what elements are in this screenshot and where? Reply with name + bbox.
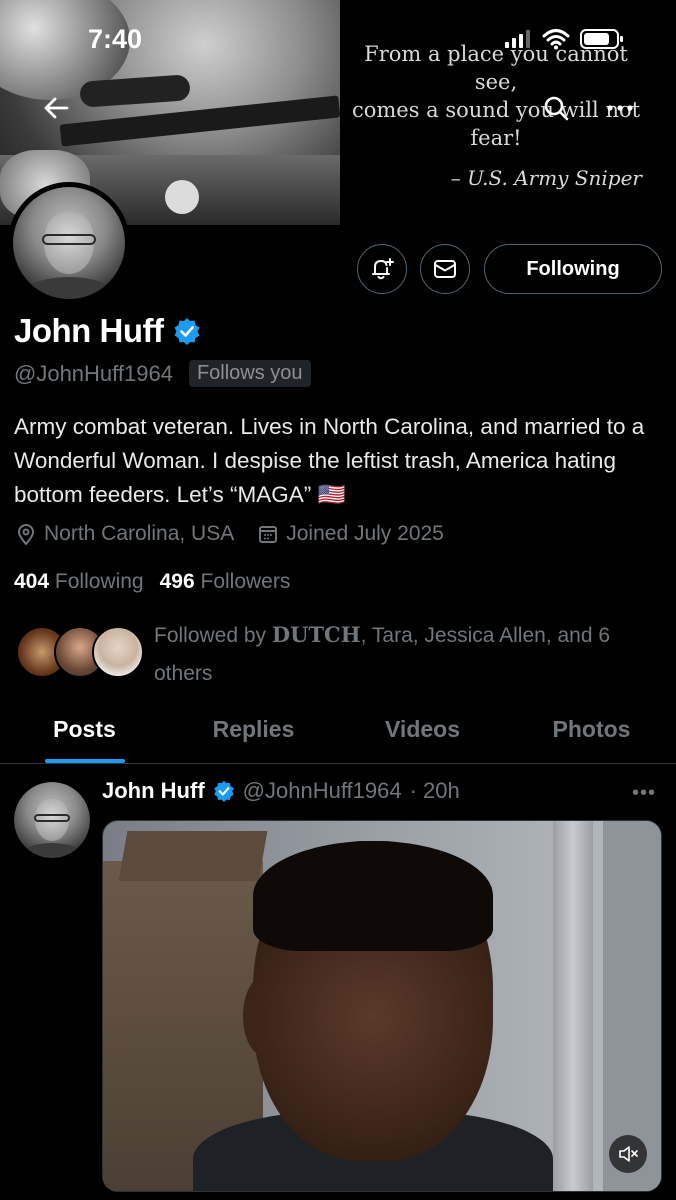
mute-button[interactable]	[609, 1135, 647, 1173]
back-arrow-icon	[44, 97, 69, 119]
profile-meta: North Carolina, USA Joined July 2025	[16, 522, 444, 546]
followers-count-link[interactable]: 496 Followers	[160, 570, 291, 594]
quote-attribution: – U.S. Army Sniper	[450, 166, 642, 190]
joined-item: Joined July 2025	[258, 522, 444, 546]
followers-count: 496	[159, 570, 195, 593]
tab-posts[interactable]: Posts	[0, 700, 169, 763]
location-text: North Carolina, USA	[44, 522, 235, 545]
handle-row: @JohnHuff1964 Follows you	[14, 360, 311, 387]
location-item: North Carolina, USA	[16, 522, 234, 546]
followed-by-text: Followed by DUTCH, Tara, Jessica Allen, …	[144, 616, 664, 693]
joined-text: Joined July 2025	[286, 522, 444, 545]
tab-photos[interactable]: Photos	[507, 700, 676, 763]
search-icon	[544, 96, 569, 121]
verified-badge-icon	[213, 780, 234, 802]
wifi-icon	[542, 29, 570, 50]
following-count-label: Following	[54, 570, 144, 593]
bell-plus-icon	[372, 258, 394, 280]
location-pin-icon	[17, 524, 35, 545]
followed-by[interactable]: Followed by DUTCH, Tara, Jessica Allen, …	[14, 616, 664, 693]
verified-badge-icon[interactable]	[173, 317, 201, 345]
post-author-avatar[interactable]	[14, 782, 90, 858]
profile-avatar[interactable]	[8, 182, 130, 304]
followed-by-first: DUTCH	[271, 622, 361, 647]
battery-icon	[580, 29, 623, 49]
followed-by-prefix: Followed by	[154, 624, 272, 647]
post-author-name[interactable]: John Huff	[102, 778, 205, 804]
profile-handle: @JohnHuff1964	[14, 360, 173, 386]
speaker-muted-icon	[619, 1146, 638, 1162]
following-button[interactable]: Following	[484, 244, 662, 294]
status-time: 7:40	[88, 24, 143, 54]
post-author-handle: @JohnHuff1964	[242, 778, 402, 803]
following-count: 404	[14, 570, 50, 593]
profile-bio: Army combat veteran. Lives in North Caro…	[14, 414, 645, 507]
post-media-video[interactable]	[102, 820, 662, 1192]
post-time: · 20h	[409, 778, 460, 803]
status-icons	[504, 28, 624, 50]
search-button[interactable]	[534, 86, 578, 130]
avatar	[92, 626, 144, 678]
profile-display-name: John Huff	[14, 312, 201, 350]
followed-by-avatars	[14, 616, 144, 682]
envelope-icon	[434, 260, 456, 278]
follow-counts: 404 Following 496 Followers	[14, 570, 290, 594]
followers-count-label: Followers	[200, 570, 291, 593]
cellular-signal-icon	[505, 30, 530, 48]
tab-videos[interactable]: Videos	[338, 700, 507, 763]
profile-tabs: Posts Replies Videos Photos	[0, 700, 676, 764]
more-options-button[interactable]	[598, 86, 642, 130]
follows-you-badge: Follows you	[188, 360, 311, 387]
more-horizontal-icon	[607, 105, 633, 111]
tab-replies[interactable]: Replies	[169, 700, 338, 763]
back-button[interactable]	[34, 86, 78, 130]
following-count-link[interactable]: 404 Following	[14, 570, 144, 594]
notifications-button[interactable]	[357, 244, 407, 294]
post-header: John Huff @JohnHuff1964 · 20h	[102, 778, 460, 804]
message-button[interactable]	[420, 244, 470, 294]
display-name-text: John Huff	[14, 312, 164, 349]
calendar-icon	[259, 526, 278, 543]
post-more-button[interactable]: •••	[632, 782, 656, 805]
